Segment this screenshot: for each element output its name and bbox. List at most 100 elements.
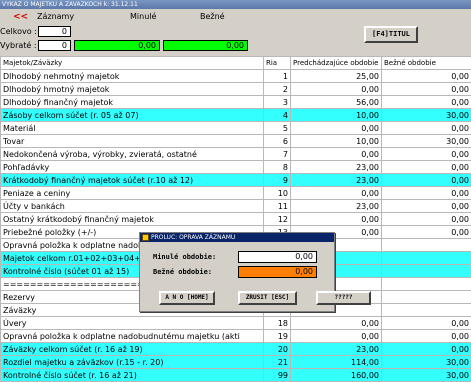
row-ria-cell[interactable]: 10 (264, 187, 291, 200)
table-row[interactable]: Krátkodobý finančný majetok súčet (r.10 … (1, 174, 471, 187)
row-ria-cell[interactable]: 9 (264, 174, 291, 187)
table-row[interactable]: Materiál50,000,00 (1, 122, 471, 135)
titul-button[interactable]: [F4]TITUL (364, 26, 418, 43)
row-previous-cell[interactable]: 0,00 (291, 317, 382, 330)
row-previous-cell[interactable]: 0,00 (291, 213, 382, 226)
table-row[interactable]: Pohľadávky823,000,00 (1, 161, 471, 174)
row-name-cell[interactable]: Rozdiel majetku a záväzkov (r.15 - r. 20… (1, 356, 264, 369)
row-name-cell[interactable]: Kontrolné číslo súčet (r. 16 až 21) (1, 369, 264, 382)
row-previous-cell[interactable]: 23,00 (291, 343, 382, 356)
row-previous-cell[interactable]: 56,00 (291, 96, 382, 109)
col-header-name[interactable]: Majetok/Záväzky (1, 57, 264, 70)
row-ria-cell[interactable]: 18 (264, 317, 291, 330)
row-current-cell[interactable]: 0,00 (382, 96, 471, 109)
help-button[interactable]: ????? (316, 291, 371, 305)
row-previous-cell[interactable]: 23,00 (291, 200, 382, 213)
row-ria-cell[interactable]: 6 (264, 135, 291, 148)
table-row[interactable]: Dlhodobý finančný majetok356,000,00 (1, 96, 471, 109)
table-row[interactable]: Nedokončená výroba, výrobky, zvieratá, o… (1, 148, 471, 161)
row-current-cell[interactable]: 0,00 (382, 213, 471, 226)
row-previous-cell[interactable]: 23,00 (291, 174, 382, 187)
row-name-cell[interactable]: Záväzky celkom súčet (r. 16 až 19) (1, 343, 264, 356)
row-ria-cell[interactable]: 5 (264, 122, 291, 135)
row-name-cell[interactable]: Dlhodobý finančný majetok (1, 96, 264, 109)
row-current-cell[interactable]: 30,00 (382, 109, 471, 122)
row-name-cell[interactable]: Ostatný krátkodobý finančný majetok (1, 213, 264, 226)
back-arrow-icon[interactable]: << (13, 12, 28, 22)
row-name-cell[interactable]: Účty v bankách (1, 200, 264, 213)
row-previous-cell[interactable]: 0,00 (291, 187, 382, 200)
table-row[interactable]: Opravná položka k odplatne nadobudnutému… (1, 330, 471, 343)
row-previous-cell[interactable]: 0,00 (291, 148, 382, 161)
row-ria-cell[interactable]: 11 (264, 200, 291, 213)
row-current-cell[interactable]: 30,00 (382, 356, 471, 369)
table-row[interactable]: Tovar610,0030,00 (1, 135, 471, 148)
table-row[interactable]: Kontrolné číslo súčet (r. 16 až 21)99160… (1, 369, 471, 382)
row-ria-cell[interactable]: 20 (264, 343, 291, 356)
row-ria-cell[interactable]: 99 (264, 369, 291, 382)
row-current-cell[interactable]: 0,00 (382, 343, 471, 356)
row-current-cell[interactable]: 30,00 (382, 369, 471, 382)
row-previous-cell[interactable]: 0,00 (291, 83, 382, 96)
table-row[interactable]: Dlhodobý nehmotný majetok125,000,00 (1, 70, 471, 83)
row-current-cell[interactable] (382, 239, 471, 252)
row-name-cell[interactable]: Úvery (1, 317, 264, 330)
row-name-cell[interactable]: Zásoby celkom súčet (r. 05 až 07) (1, 109, 264, 122)
table-row[interactable]: Zásoby celkom súčet (r. 05 až 07)410,003… (1, 109, 471, 122)
table-row[interactable]: Peniaze a ceniny100,000,00 (1, 187, 471, 200)
row-current-cell[interactable] (382, 265, 471, 278)
previous-period-input[interactable]: 0,00 (238, 251, 317, 263)
row-current-cell[interactable]: 0,00 (382, 330, 471, 343)
row-name-cell[interactable]: Nedokončená výroba, výrobky, zvieratá, o… (1, 148, 264, 161)
row-current-cell[interactable]: 0,00 (382, 148, 471, 161)
row-current-cell[interactable]: 0,00 (382, 317, 471, 330)
row-ria-cell[interactable]: 4 (264, 109, 291, 122)
current-period-input[interactable]: 0,00 (238, 266, 317, 278)
row-previous-cell[interactable]: 0,00 (291, 122, 382, 135)
dialog-titlebar[interactable]: PROLUC: OPRAVA ZÁZNAMU (140, 233, 334, 242)
row-name-cell[interactable]: Materiál (1, 122, 264, 135)
row-name-cell[interactable]: Dlhodobý nehmotný majetok (1, 70, 264, 83)
row-previous-cell[interactable]: 25,00 (291, 70, 382, 83)
row-name-cell[interactable]: Krátkodobý finančný majetok súčet (r.10 … (1, 174, 264, 187)
row-current-cell[interactable]: 0,00 (382, 187, 471, 200)
table-row[interactable]: Dlhodobý hmotný majetok20,000,00 (1, 83, 471, 96)
row-current-cell[interactable]: 0,00 (382, 174, 471, 187)
row-name-cell[interactable]: Peniaze a ceniny (1, 187, 264, 200)
row-ria-cell[interactable]: 12 (264, 213, 291, 226)
row-current-cell[interactable]: 0,00 (382, 161, 471, 174)
row-current-cell[interactable]: 30,00 (382, 135, 471, 148)
row-previous-cell[interactable]: 10,00 (291, 135, 382, 148)
row-ria-cell[interactable]: 8 (264, 161, 291, 174)
row-current-cell[interactable] (382, 252, 471, 265)
row-name-cell[interactable]: Tovar (1, 135, 264, 148)
cancel-button[interactable]: ZRUSIT [ESC] (238, 291, 297, 305)
row-current-cell[interactable]: 0,00 (382, 83, 471, 96)
row-previous-cell[interactable]: 23,00 (291, 161, 382, 174)
row-current-cell[interactable] (382, 291, 471, 304)
row-previous-cell[interactable]: 114,00 (291, 356, 382, 369)
col-header-previous[interactable]: Predchádzajúce obdobie (291, 57, 382, 70)
row-previous-cell[interactable]: 0,00 (291, 330, 382, 343)
row-previous-cell[interactable]: 160,00 (291, 369, 382, 382)
row-ria-cell[interactable]: 7 (264, 148, 291, 161)
yes-button[interactable]: A N O [HOME] (159, 291, 215, 305)
row-ria-cell[interactable]: 19 (264, 330, 291, 343)
row-current-cell[interactable] (382, 304, 471, 317)
row-current-cell[interactable]: 0,00 (382, 122, 471, 135)
table-row[interactable]: Rozdiel majetku a záväzkov (r.15 - r. 20… (1, 356, 471, 369)
row-ria-cell[interactable]: 21 (264, 356, 291, 369)
row-current-cell[interactable]: 0,00 (382, 70, 471, 83)
col-header-current[interactable]: Bežné obdobie (382, 57, 471, 70)
table-row[interactable]: Záväzky celkom súčet (r. 16 až 19)2023,0… (1, 343, 471, 356)
row-current-cell[interactable] (382, 278, 471, 291)
row-name-cell[interactable]: Pohľadávky (1, 161, 264, 174)
row-current-cell[interactable]: 0,00 (382, 200, 471, 213)
row-previous-cell[interactable]: 10,00 (291, 109, 382, 122)
row-name-cell[interactable]: Dlhodobý hmotný majetok (1, 83, 264, 96)
table-row[interactable]: Účty v bankách1123,000,00 (1, 200, 471, 213)
row-ria-cell[interactable]: 3 (264, 96, 291, 109)
row-ria-cell[interactable]: 2 (264, 83, 291, 96)
table-row[interactable]: Úvery180,000,00 (1, 317, 471, 330)
row-name-cell[interactable]: Opravná položka k odplatne nadobudnutému… (1, 330, 264, 343)
